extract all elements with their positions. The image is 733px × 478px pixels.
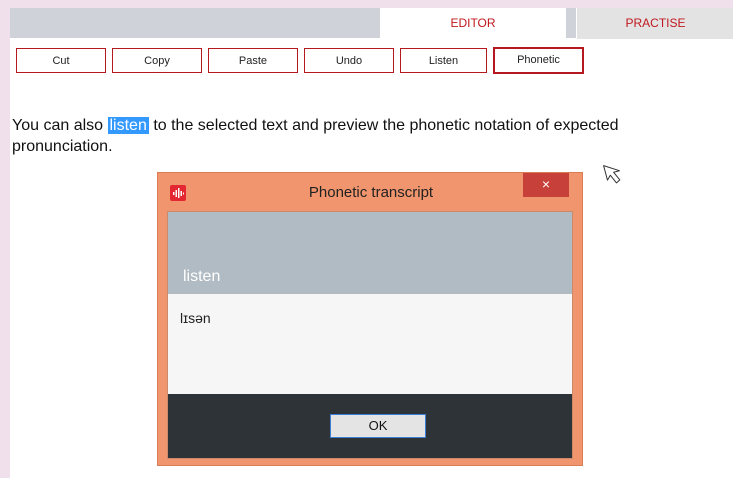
text-before: You can also — [12, 117, 104, 134]
dialog-body: listen lɪsən OK — [167, 211, 573, 459]
phonetic-area: lɪsən — [168, 294, 572, 394]
phonetic-transcription: lɪsən — [180, 310, 211, 326]
tab-bar: EDITOR PRACTISE — [10, 8, 733, 39]
listen-button[interactable]: Listen — [400, 48, 487, 73]
close-icon: × — [541, 176, 551, 192]
tab-practise[interactable]: PRACTISE — [576, 8, 733, 39]
ok-button[interactable]: OK — [330, 414, 426, 438]
dialog-title: Phonetic transcript — [308, 184, 434, 201]
editor-text[interactable]: You can also listen to the selected text… — [12, 115, 722, 157]
phonetic-dialog: Phonetic transcript × listen lɪsən OK — [157, 172, 583, 466]
dialog-footer: OK — [168, 394, 572, 458]
close-button[interactable]: × — [523, 173, 569, 197]
paste-button[interactable]: Paste — [208, 48, 298, 73]
sound-wave-icon — [170, 185, 186, 201]
mouse-pointer-icon — [598, 160, 624, 193]
copy-button[interactable]: Copy — [112, 48, 202, 73]
text-after: to the selected text and preview the pho… — [12, 117, 619, 155]
cut-button[interactable]: Cut — [16, 48, 106, 73]
main-page: EDITOR PRACTISE Cut Copy Paste Undo List… — [10, 8, 733, 478]
phonetic-button[interactable]: Phonetic — [493, 47, 584, 74]
tab-editor[interactable]: EDITOR — [380, 8, 566, 39]
selected-text[interactable]: listen — [107, 117, 149, 134]
undo-button[interactable]: Undo — [304, 48, 394, 73]
word-header: listen — [168, 212, 572, 294]
selected-word: listen — [183, 268, 221, 285]
